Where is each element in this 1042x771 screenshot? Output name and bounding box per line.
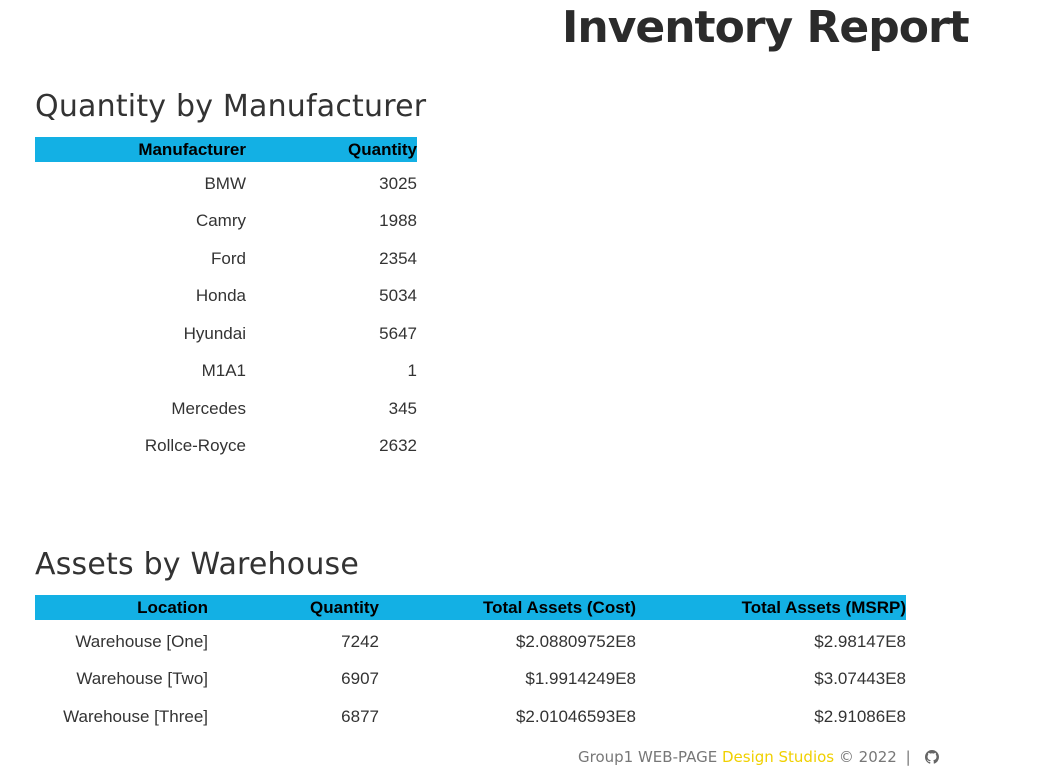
github-icon[interactable] [925, 750, 940, 768]
table-row: Camry 1988 [35, 203, 417, 241]
warehouse-table: Location Quantity Total Assets (Cost) To… [35, 595, 906, 736]
table-header-row: Location Quantity Total Assets (Cost) To… [35, 595, 906, 620]
total-cost-cell: $2.01046593E8 [515, 706, 636, 726]
table-row: Warehouse [Three] 6877 $2.01046593E8 $2.… [35, 698, 906, 736]
manufacturer-cell: Camry [195, 211, 246, 231]
table-row: Warehouse [One] 7242 $2.08809752E8 $2.98… [35, 620, 906, 661]
manufacturer-cell: Hyundai [183, 323, 246, 343]
manufacturer-table: Manufacturer Quantity BMW 3025 Camry 198… [35, 137, 417, 465]
manufacturer-cell: Mercedes [171, 398, 246, 418]
table-row: BMW 3025 [35, 162, 417, 203]
quantity-cell: 1 [407, 361, 417, 381]
column-header-manufacturer[interactable]: Manufacturer [35, 137, 246, 162]
column-header-location[interactable]: Location [35, 595, 208, 620]
location-cell: Warehouse [Two] [76, 669, 208, 689]
manufacturer-cell: Ford [211, 248, 246, 268]
column-header-total-assets-cost[interactable]: Total Assets (Cost) [379, 595, 636, 620]
quantity-cell: 2354 [379, 248, 417, 268]
warehouse-section-title: Assets by Warehouse [35, 547, 360, 582]
quantity-cell: 5034 [379, 286, 417, 306]
table-header-row: Manufacturer Quantity [35, 137, 417, 162]
total-cost-cell: $1.9914249E8 [525, 669, 636, 689]
footer-separator: | [905, 748, 911, 766]
table-row: Hyundai 5647 [35, 315, 417, 353]
location-cell: Warehouse [One] [75, 631, 208, 651]
manufacturer-cell: M1A1 [201, 361, 246, 381]
quantity-cell: 5647 [379, 323, 417, 343]
footer-prefix: Group1 WEB-PAGE [578, 748, 718, 766]
table-row: Honda 5034 [35, 278, 417, 316]
location-cell: Warehouse [Three] [63, 706, 208, 726]
column-header-quantity[interactable]: Quantity [208, 595, 379, 620]
quantity-cell: 1988 [379, 211, 417, 231]
footer-copyright: © 2022 [838, 748, 897, 766]
page-title: Inventory Report [562, 2, 970, 53]
total-cost-cell: $2.08809752E8 [515, 631, 636, 651]
footer-brand-link[interactable]: Design Studios [722, 748, 834, 766]
manufacturer-cell: Honda [195, 286, 246, 306]
table-row: Mercedes 345 [35, 390, 417, 428]
manufacturer-cell: BMW [204, 173, 246, 193]
quantity-cell: 3025 [379, 173, 417, 193]
total-msrp-cell: $3.07443E8 [814, 669, 906, 689]
quantity-cell: 6907 [341, 669, 379, 689]
table-row: Rollce-Royce 2632 [35, 428, 417, 466]
table-row: M1A1 1 [35, 353, 417, 391]
total-msrp-cell: $2.91086E8 [814, 706, 906, 726]
quantity-cell: 7242 [341, 631, 379, 651]
total-msrp-cell: $2.98147E8 [814, 631, 906, 651]
column-header-quantity[interactable]: Quantity [246, 137, 417, 162]
quantity-cell: 2632 [379, 436, 417, 456]
footer: Group1 WEB-PAGE Design Studios © 2022 | [578, 748, 940, 768]
table-row: Ford 2354 [35, 240, 417, 278]
table-row: Warehouse [Two] 6907 $1.9914249E8 $3.074… [35, 661, 906, 699]
manufacturer-cell: Rollce-Royce [144, 436, 246, 456]
column-header-total-assets-msrp[interactable]: Total Assets (MSRP) [636, 595, 906, 620]
manufacturer-section-title: Quantity by Manufacturer [35, 89, 427, 124]
quantity-cell: 6877 [341, 706, 379, 726]
quantity-cell: 345 [388, 398, 417, 418]
